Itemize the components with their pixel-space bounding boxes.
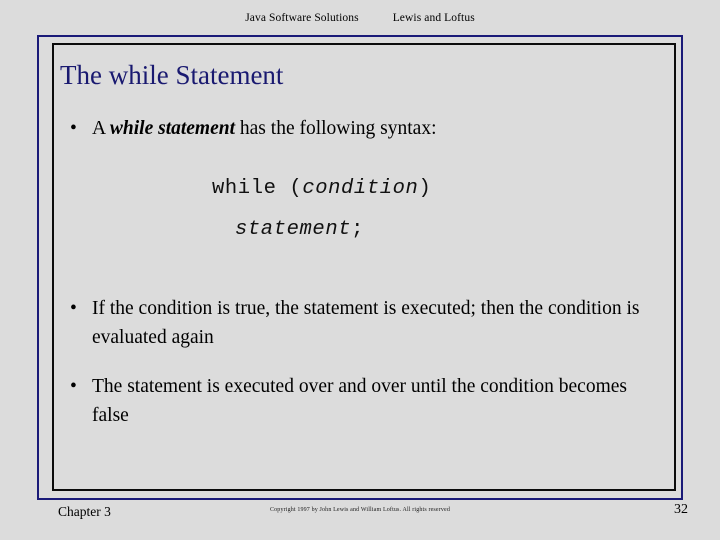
bullet-item-2-text: If the condition is true, the statement … — [92, 298, 640, 348]
header-authors: Lewis and Loftus — [392, 11, 475, 24]
slide-content: The while Statement • A while statement … — [52, 43, 676, 491]
bullet-item-2: • If the condition is true, the statemen… — [70, 295, 666, 353]
bullet-1-lead: A — [92, 118, 110, 139]
footer-copyright-notice: Copyright 1997 by John Lewis and William… — [270, 507, 450, 513]
code-line-statement: statement; — [52, 217, 676, 241]
bullet-item-3-text: The statement is executed over and over … — [92, 376, 627, 426]
code-placeholder-statement: statement — [235, 217, 352, 241]
code-open-paren: ( — [276, 177, 303, 200]
bullet-item-3: • The statement is executed over and ove… — [70, 373, 630, 431]
bullet-1-emphasis: while statement — [109, 118, 236, 139]
bullet-marker-icon: • — [70, 298, 77, 319]
bullet-item-1-text: A while statement has the following synt… — [92, 115, 630, 144]
code-line-while: while (condition) — [52, 177, 676, 200]
code-semicolon: ; — [351, 217, 365, 241]
slide-header: Java Software Solutions Lewis and Loftus — [0, 0, 720, 35]
footer-page-number: 32 — [674, 502, 688, 517]
bullet-marker-icon: • — [70, 376, 77, 397]
code-placeholder-condition: condition — [302, 177, 419, 200]
code-sample: while (condition) statement; — [52, 177, 676, 241]
bullet-1-tail: has the following syntax: — [235, 118, 437, 139]
header-book-title: Java Software Solutions — [245, 11, 359, 24]
bullet-item-1: • A while statement has the following sy… — [70, 115, 630, 144]
code-keyword-while: while — [212, 177, 277, 200]
bullet-marker-icon: • — [70, 118, 77, 139]
code-close-paren: ) — [418, 177, 432, 200]
page-title: The while Statement — [60, 60, 284, 90]
